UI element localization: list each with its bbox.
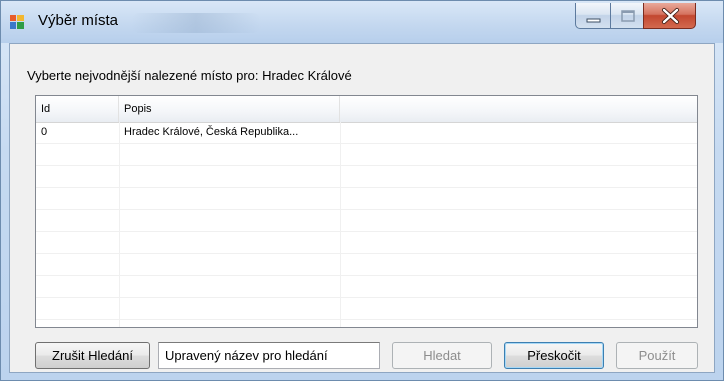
maximize-button[interactable] (610, 3, 644, 29)
close-button[interactable] (643, 3, 696, 29)
column-header-id[interactable]: Id (36, 96, 119, 122)
table-empty-row (36, 144, 697, 166)
search-name-input[interactable]: Upravený název pro hledání (158, 342, 380, 369)
skip-button[interactable]: Přeskočit (504, 342, 604, 369)
table-empty-row (36, 232, 697, 254)
column-divider (340, 122, 341, 327)
cancel-search-button[interactable]: Zrušit Hledání (35, 342, 150, 369)
minimize-button[interactable] (575, 3, 611, 29)
table-empty-row (36, 276, 697, 298)
search-button[interactable]: Hledat (392, 342, 492, 369)
column-divider (119, 122, 120, 327)
close-icon (662, 8, 679, 24)
dialog-window: Výběr místa Vyberte nejvodnější nalezené… (0, 0, 724, 381)
minimize-icon (586, 18, 601, 23)
table-empty-row (36, 210, 697, 232)
maximize-icon (621, 10, 635, 22)
column-header-empty (340, 96, 697, 122)
table-empty-row (36, 166, 697, 188)
table-row[interactable]: 0 Hradec Králové, Česká Republika... (36, 122, 697, 144)
prompt-label: Vyberte nejvodnější nalezené místo pro: … (27, 68, 352, 83)
cell-id: 0 (41, 126, 48, 138)
table-empty-row (36, 298, 697, 320)
results-table[interactable]: Id Popis 0 Hradec Králové, Česká Republi… (35, 95, 698, 328)
window-app-icon (9, 14, 25, 30)
table-empty-row (36, 188, 697, 210)
table-header: Id Popis (36, 96, 697, 123)
title-bar[interactable]: Výběr místa (1, 1, 723, 43)
window-title: Výběr místa (38, 12, 119, 29)
cell-popis: Hradec Králové, Česká Republika... (124, 126, 299, 138)
use-button[interactable]: Použít (616, 342, 698, 369)
blurred-title-area (131, 13, 261, 33)
column-header-popis[interactable]: Popis (119, 96, 340, 122)
table-empty-row (36, 254, 697, 276)
